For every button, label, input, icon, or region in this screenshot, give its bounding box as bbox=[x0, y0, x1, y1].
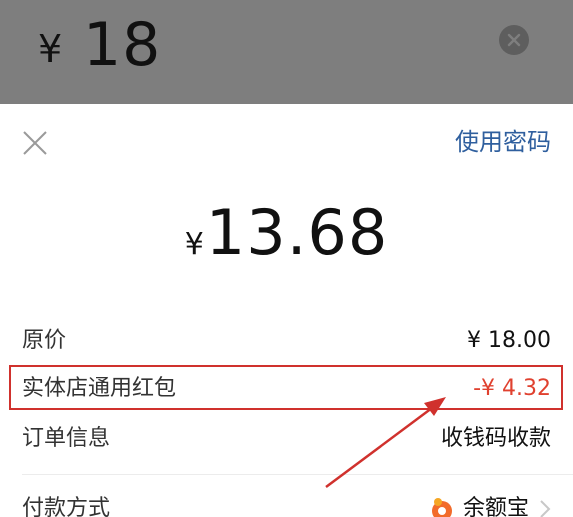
annotation-arrow bbox=[325, 397, 446, 489]
payment-screen: ¥ 18 使用密码 ¥13.68 原价 ¥ 18.00 实体店通用红包 -¥ 4… bbox=[0, 0, 573, 517]
